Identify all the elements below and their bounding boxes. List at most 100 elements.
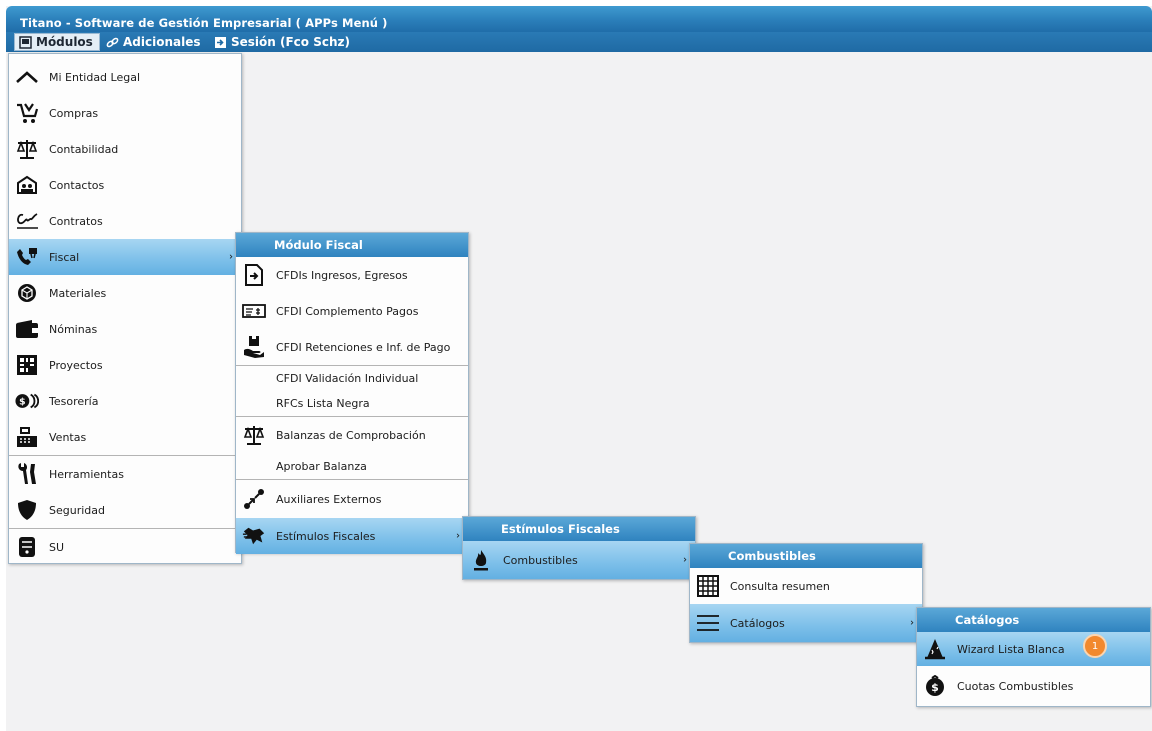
menu-item-label: Catálogos [730,616,785,630]
combustibles-menu-title: Combustibles [690,544,922,568]
step-badge: 1 [1083,634,1107,658]
estimulos-menu-title: Estímulos Fiscales [463,517,695,541]
register-icon [15,425,39,449]
menu-modulos-label: Módulos [36,35,93,49]
menu-item-label: Wizard Lista Blanca [957,642,1065,656]
menu-item-label: CFDI Complemento Pagos [276,304,419,318]
combustibles-menu: Combustibles Consulta resumen Catálogos … [689,543,923,643]
menu-item-combustibles[interactable]: Combustibles › [463,541,695,579]
menu-item-label: Auxiliares Externos [276,492,382,506]
monitor-icon [19,35,32,49]
menu-sesion[interactable]: Sesión (Fco Schz) [210,33,356,51]
menu-item-label: Materiales [49,286,107,300]
catalogos-menu-title: Catálogos [917,608,1150,632]
menu-item-compras[interactable]: Compras [9,95,241,131]
cart-icon [15,101,39,125]
wizard-hat-icon [923,637,947,661]
menu-item-cfdi-validacion-individual[interactable]: CFDI Validación Individual [236,366,468,391]
menu-item-fiscal[interactable]: Fiscal › [9,239,241,275]
menu-item-label: Seguridad [49,503,105,517]
wallet-icon [15,317,39,341]
menu-item-wizard-lista-blanca[interactable]: Wizard Lista Blanca 1 [917,632,1150,666]
menu-item-cuotas-combustibles[interactable]: $ Cuotas Combustibles [917,666,1150,706]
menu-item-cfdis-ingresos-egresos[interactable]: CFDIs Ingresos, Egresos [236,257,468,293]
menu-adicionales-label: Adicionales [123,35,201,49]
menu-sesion-label: Sesión (Fco Schz) [231,35,350,49]
menu-modulos[interactable]: Módulos [14,33,100,51]
submenu-arrow-icon: › [456,530,460,542]
menu-item-label: Nóminas [49,322,98,336]
menu-item-contabilidad[interactable]: Contabilidad [9,131,241,167]
menu-item-balanzas-comprobacion[interactable]: Balanzas de Comprobación [236,417,468,453]
submenu-arrow-icon: › [683,554,687,566]
tools-icon [15,462,39,486]
menu-item-consulta-resumen[interactable]: Consulta resumen [690,568,922,604]
menu-item-seguridad[interactable]: Seguridad [9,492,241,528]
fiscal-menu-title: Módulo Fiscal [236,233,468,257]
menu-item-catalogos[interactable]: Catálogos › [690,604,922,642]
svg-text:$: $ [931,681,939,694]
fiscal-icon [15,245,39,269]
menu-item-auxiliares-externos[interactable]: Auxiliares Externos [236,480,468,518]
link-icon [106,36,119,49]
menu-item-nominas[interactable]: Nóminas [9,311,241,347]
menu-item-label: Consulta resumen [730,579,830,593]
server-icon [15,535,39,559]
menu-item-herramientas[interactable]: Herramientas [9,456,241,492]
menu-bar: Módulos Adicionales Sesión (Fco Schz) [6,32,1152,52]
menu-item-proyectos[interactable]: Proyectos [9,347,241,383]
menu-item-cfdi-retenciones[interactable]: CFDI Retenciones e Inf. de Pago [236,329,468,365]
menu-item-label: Cuotas Combustibles [957,679,1074,693]
menu-item-label: Fiscal [49,250,80,264]
menu-item-su[interactable]: SU [9,529,241,565]
money-bag-icon: $ [923,674,947,698]
menu-item-mi-entidad-legal[interactable]: Mi Entidad Legal [9,59,241,95]
signature-icon [15,209,39,233]
modulos-menu: Mi Entidad Legal Compras Contabilidad Co… [8,53,242,564]
menu-item-tesoreria[interactable]: $ Tesorería [9,383,241,419]
menu-item-label: Contabilidad [49,142,119,156]
submenu-arrow-icon: › [910,617,914,629]
menu-item-label: Estímulos Fiscales [276,529,376,543]
menu-item-estimulos-fiscales[interactable]: Estímulos Fiscales › [236,518,468,554]
external-link-icon [242,487,266,511]
document-arrow-icon [242,263,266,287]
menu-item-label: CFDIs Ingresos, Egresos [276,268,408,282]
scales-icon [15,137,39,161]
menu-item-ventas[interactable]: Ventas [9,419,241,455]
menu-item-contactos[interactable]: Contactos [9,167,241,203]
submenu-arrow-icon: › [229,251,233,263]
scales-icon [242,423,266,447]
list-icon [696,611,720,635]
title-bar: Titano - Software de Gestión Empresarial… [6,6,1152,34]
check-payment-icon [242,299,266,323]
grid-icon [15,353,39,377]
menu-item-label: Contratos [49,214,103,228]
menu-item-label: Tesorería [49,394,99,408]
contacts-icon [15,173,39,197]
menu-item-label: CFDI Retenciones e Inf. de Pago [276,340,451,354]
chart-peak-icon [15,65,39,89]
fiscal-menu: Módulo Fiscal CFDIs Ingresos, Egresos CF… [235,232,469,554]
logout-icon [214,36,227,49]
menu-item-label: Contactos [49,178,105,192]
menu-item-label: CFDI Validación Individual [276,372,419,385]
menu-item-materiales[interactable]: Materiales [9,275,241,311]
menu-item-cfdi-complemento-pagos[interactable]: CFDI Complemento Pagos [236,293,468,329]
menu-item-contratos[interactable]: Contratos [9,203,241,239]
menu-item-label: Mi Entidad Legal [49,70,141,84]
table-grid-icon [696,574,720,598]
menu-item-aprobar-balanza[interactable]: Aprobar Balanza [236,453,468,479]
window-title: Titano - Software de Gestión Empresarial… [20,16,388,30]
svg-text:$: $ [19,397,25,408]
menu-item-label: Balanzas de Comprobación [276,428,426,442]
menu-adicionales[interactable]: Adicionales [102,33,207,51]
menu-item-rfcs-lista-negra[interactable]: RFCs Lista Negra [236,391,468,416]
menu-item-label: RFCs Lista Negra [276,397,370,410]
menu-item-label: Herramientas [49,467,124,481]
menu-item-label: Ventas [49,430,87,444]
hand-box-icon [242,335,266,359]
menu-item-label: SU [49,540,65,554]
menu-item-label: Proyectos [49,358,103,372]
estimulos-menu: Estímulos Fiscales Combustibles › [462,516,696,580]
